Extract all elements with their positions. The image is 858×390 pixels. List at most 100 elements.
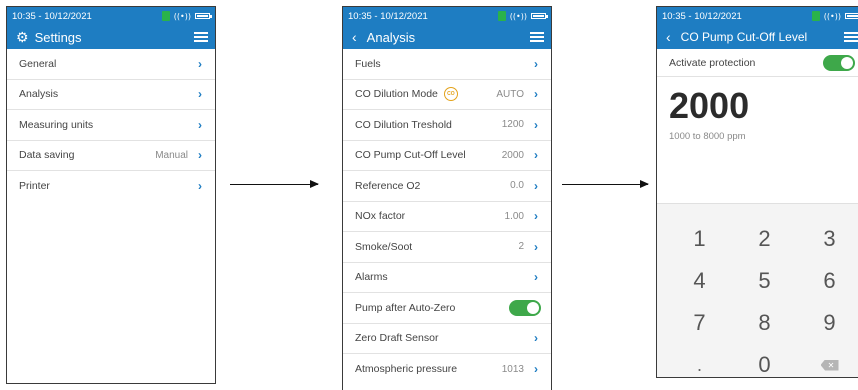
page-title: Analysis [366, 29, 416, 45]
activate-protection-toggle[interactable] [823, 54, 855, 71]
settings-item-label: Analysis [19, 88, 59, 101]
analysis-item-fuels[interactable]: Fuels › [343, 49, 551, 80]
analysis-item-value: 2000 [501, 149, 524, 161]
key-7[interactable]: 7 [667, 302, 732, 344]
analysis-item-label: Reference O2 [355, 179, 421, 192]
status-bar: 10:35 - 10/12/2021 ((•)) [657, 7, 858, 25]
flow-arrow [562, 180, 649, 188]
status-bar: 10:35 - 10/12/2021 ((•)) [7, 7, 215, 25]
chevron-right-icon: › [534, 270, 538, 285]
pump-after-auto-zero-toggle[interactable] [509, 299, 541, 316]
analysis-item-label: NOx factor [355, 210, 406, 223]
battery-icon [531, 13, 548, 19]
back-icon[interactable]: ‹ [352, 29, 357, 45]
range-hint: 1000 to 8000 ppm [669, 131, 746, 142]
charging-icon [497, 11, 506, 21]
analysis-item-alarms[interactable]: Alarms › [343, 263, 551, 293]
analysis-item-pump-after-auto-zero: Pump after Auto-Zero [343, 293, 551, 324]
analysis-item-label: CO Dilution Mode [355, 88, 438, 101]
analysis-item-nox-factor[interactable]: NOx factor 1.00 › [343, 202, 551, 232]
chevron-right-icon: › [198, 148, 202, 163]
analysis-item-label: Pump after Auto-Zero [355, 301, 456, 314]
status-time: 10:35 - 10/12/2021 [12, 10, 92, 22]
chevron-right-icon: › [534, 239, 538, 254]
settings-item-measuring-units[interactable]: Measuring units › [7, 110, 215, 141]
chevron-right-icon: › [198, 117, 202, 132]
backspace-icon: ✕ [820, 359, 839, 371]
chevron-right-icon: › [534, 148, 538, 163]
chevron-right-icon: › [534, 209, 538, 224]
gear-icon: ⚙ [16, 28, 29, 45]
analysis-item-label: CO Pump Cut-Off Level [355, 149, 466, 162]
backspace-key[interactable]: ✕ [797, 344, 858, 377]
key-1[interactable]: 1 [667, 218, 732, 260]
analysis-item-co-dilution-treshold[interactable]: CO Dilution Treshold 1200 › [343, 110, 551, 141]
co-dilution-icon: CO [443, 87, 458, 102]
analysis-item-value: 2 [518, 241, 524, 253]
analysis-item-co-dilution-mode[interactable]: CO Dilution Mode CO AUTO › [343, 80, 551, 110]
key-3[interactable]: 3 [797, 218, 858, 260]
settings-item-general[interactable]: General › [7, 49, 215, 80]
analysis-item-reference-o2[interactable]: Reference O2 0.0 › [343, 171, 551, 202]
chevron-right-icon: › [534, 362, 538, 377]
numeric-keypad: 1 2 3 4 5 6 7 8 9 . 0 ✕ [657, 203, 858, 377]
chevron-right-icon: › [534, 117, 538, 132]
charging-icon [811, 11, 820, 21]
settings-item-analysis[interactable]: Analysis › [7, 80, 215, 110]
settings-item-label: Data saving [19, 149, 75, 162]
menu-icon[interactable] [530, 32, 544, 42]
status-time: 10:35 - 10/12/2021 [662, 10, 742, 22]
chevron-right-icon: › [198, 56, 202, 71]
back-icon[interactable]: ‹ [666, 29, 671, 45]
chevron-right-icon: › [198, 87, 202, 102]
key-9[interactable]: 9 [797, 302, 858, 344]
settings-screen: 10:35 - 10/12/2021 ((•)) ⚙ Settings Gene… [6, 6, 216, 384]
analysis-item-label: CO Dilution Treshold [355, 118, 452, 131]
wireless-icon: ((•)) [823, 11, 841, 21]
key-0[interactable]: 0 [732, 344, 797, 377]
settings-item-printer[interactable]: Printer › [7, 171, 215, 202]
analysis-item-value: 1200 [501, 119, 524, 131]
analysis-item-label: Smoke/Soot [355, 240, 413, 253]
key-8[interactable]: 8 [732, 302, 797, 344]
chevron-right-icon: › [534, 87, 538, 102]
chevron-right-icon: › [198, 179, 202, 194]
key-5[interactable]: 5 [732, 260, 797, 302]
analysis-item-value: 1.00 [504, 210, 524, 222]
analysis-screen: 10:35 - 10/12/2021 ((•)) ‹ Analysis Fuel… [342, 6, 552, 390]
analysis-item-label: Alarms [355, 271, 388, 284]
settings-list: General › Analysis › Measuring units › D… [7, 49, 215, 202]
flow-arrow [230, 180, 319, 188]
menu-icon[interactable] [844, 32, 858, 42]
key-decimal[interactable]: . [667, 344, 732, 377]
status-bar: 10:35 - 10/12/2021 ((•)) [343, 7, 551, 25]
analysis-item-value: 0.0 [510, 180, 524, 192]
analysis-list: Fuels › CO Dilution Mode CO AUTO › CO Di… [343, 49, 551, 385]
analysis-item-smoke-soot[interactable]: Smoke/Soot 2 › [343, 232, 551, 263]
key-4[interactable]: 4 [667, 260, 732, 302]
cutoff-value-display[interactable]: 2000 [657, 77, 858, 126]
menu-icon[interactable] [194, 32, 208, 42]
activate-protection-label: Activate protection [669, 56, 756, 69]
settings-item-label: General [19, 57, 57, 70]
battery-icon [195, 13, 212, 19]
wireless-icon: ((•)) [173, 11, 191, 21]
settings-item-label: Measuring units [19, 118, 94, 131]
analysis-item-label: Zero Draft Sensor [355, 332, 439, 345]
page-title: Settings [34, 29, 82, 45]
analysis-item-atmospheric-pressure[interactable]: Atmospheric pressure 1013 › [343, 354, 551, 385]
analysis-item-co-pump-cut-off-level[interactable]: CO Pump Cut-Off Level 2000 › [343, 141, 551, 171]
chevron-right-icon: › [534, 178, 538, 193]
chevron-right-icon: › [534, 331, 538, 346]
wireless-icon: ((•)) [509, 11, 527, 21]
analysis-item-label: Fuels [355, 57, 381, 70]
analysis-item-value: 1013 [501, 363, 524, 375]
key-6[interactable]: 6 [797, 260, 858, 302]
battery-icon [845, 13, 858, 19]
analysis-item-zero-draft-sensor[interactable]: Zero Draft Sensor › [343, 324, 551, 354]
settings-item-value: Manual [155, 149, 188, 161]
page-title: CO Pump Cut-Off Level [680, 30, 808, 44]
header: ⚙ Settings [7, 25, 215, 49]
settings-item-data-saving[interactable]: Data saving Manual › [7, 141, 215, 171]
key-2[interactable]: 2 [732, 218, 797, 260]
